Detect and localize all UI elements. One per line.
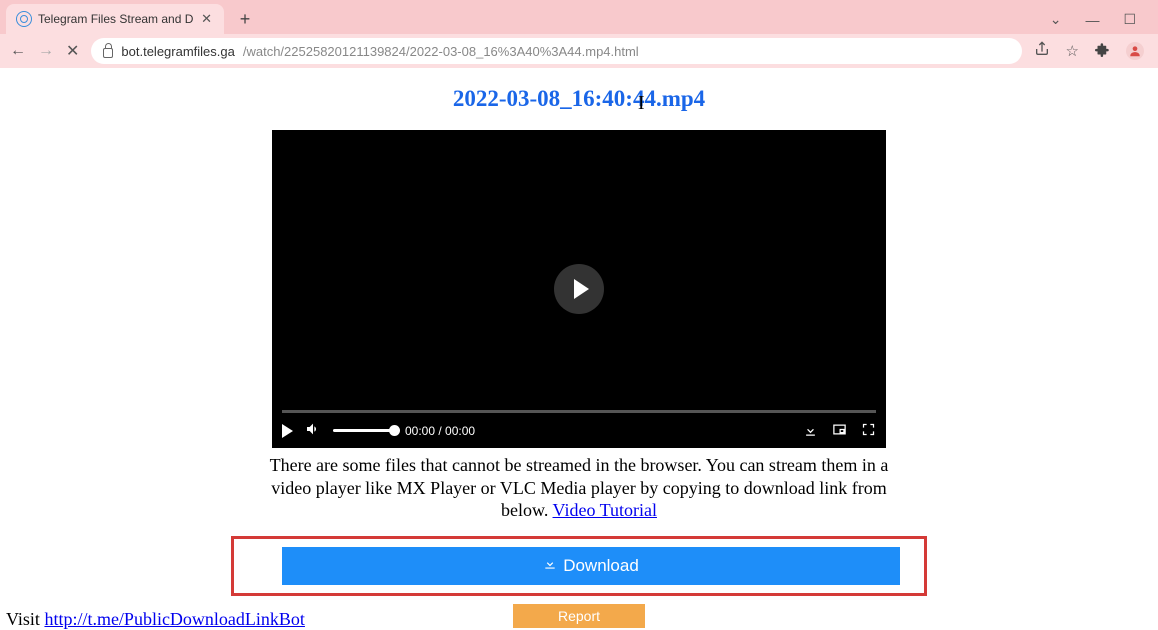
play-icon[interactable] [282,424,293,438]
time-display: 00:00 / 00:00 [405,424,475,438]
stop-button[interactable]: ✕ [66,41,79,61]
star-icon[interactable]: ☆ [1066,42,1079,60]
profile-avatar[interactable] [1126,42,1144,60]
download-icon [543,556,557,576]
chevron-down-icon[interactable]: ⌄ [1050,11,1062,28]
page-content: 2022-03-08_16:40:44.mp4 I 00:00 / 00:00 [0,68,1158,628]
footer-prefix: Visit [6,609,44,629]
stream-note: There are some files that cannot be stre… [259,454,899,522]
tab-title: Telegram Files Stream and Down [38,12,193,26]
lock-icon [103,48,113,58]
video-download-icon[interactable] [803,422,818,440]
footer-text: Visit http://t.me/PublicDownloadLinkBot [6,609,305,630]
toolbar-icons: ☆ [1034,41,1148,61]
text-cursor: I [638,92,645,115]
download-label: Download [563,556,639,576]
url-host: bot.telegramfiles.ga [121,44,234,59]
forward-button[interactable]: → [38,42,54,60]
fullscreen-icon[interactable] [861,422,876,440]
url-path: /watch/22525820121139824/2022-03-08_16%3… [243,44,639,59]
close-icon[interactable]: ✕ [199,11,214,27]
window-controls: ⌄ — ☐ [1050,11,1152,34]
pip-icon[interactable] [832,422,847,440]
file-title-text: 2022-03-08_16:40:44.mp4 [453,86,705,111]
tutorial-link[interactable]: Video Tutorial [553,500,657,520]
download-button[interactable]: Download [282,547,900,585]
new-tab-button[interactable]: + [232,6,258,32]
browser-toolbar: ← → ✕ bot.telegramfiles.ga/watch/2252582… [0,34,1158,68]
tab-strip: Telegram Files Stream and Down ✕ + ⌄ — ☐ [0,0,1158,34]
time-total: 00:00 [445,424,475,438]
volume-slider[interactable] [333,429,393,432]
report-label: Report [558,608,600,624]
address-bar[interactable]: bot.telegramfiles.ga/watch/2252582012113… [91,38,1021,64]
maximize-icon[interactable]: ☐ [1123,11,1136,28]
tab-favicon [16,11,32,27]
file-title: 2022-03-08_16:40:44.mp4 I [453,86,705,112]
play-button[interactable] [554,264,604,314]
video-player[interactable]: 00:00 / 00:00 [272,130,886,448]
report-button[interactable]: Report [513,604,645,628]
video-controls: 00:00 / 00:00 [272,410,886,448]
share-icon[interactable] [1034,41,1050,61]
browser-tab[interactable]: Telegram Files Stream and Down ✕ [6,4,224,34]
back-button[interactable]: ← [10,42,26,60]
time-current: 00:00 [405,424,435,438]
minimize-icon[interactable]: — [1085,12,1099,28]
extensions-icon[interactable] [1095,42,1110,61]
progress-bar[interactable] [282,410,876,413]
footer-link[interactable]: http://t.me/PublicDownloadLinkBot [44,609,305,629]
volume-icon[interactable] [305,421,321,440]
browser-chrome: Telegram Files Stream and Down ✕ + ⌄ — ☐… [0,0,1158,68]
download-highlight: Download [231,536,927,596]
